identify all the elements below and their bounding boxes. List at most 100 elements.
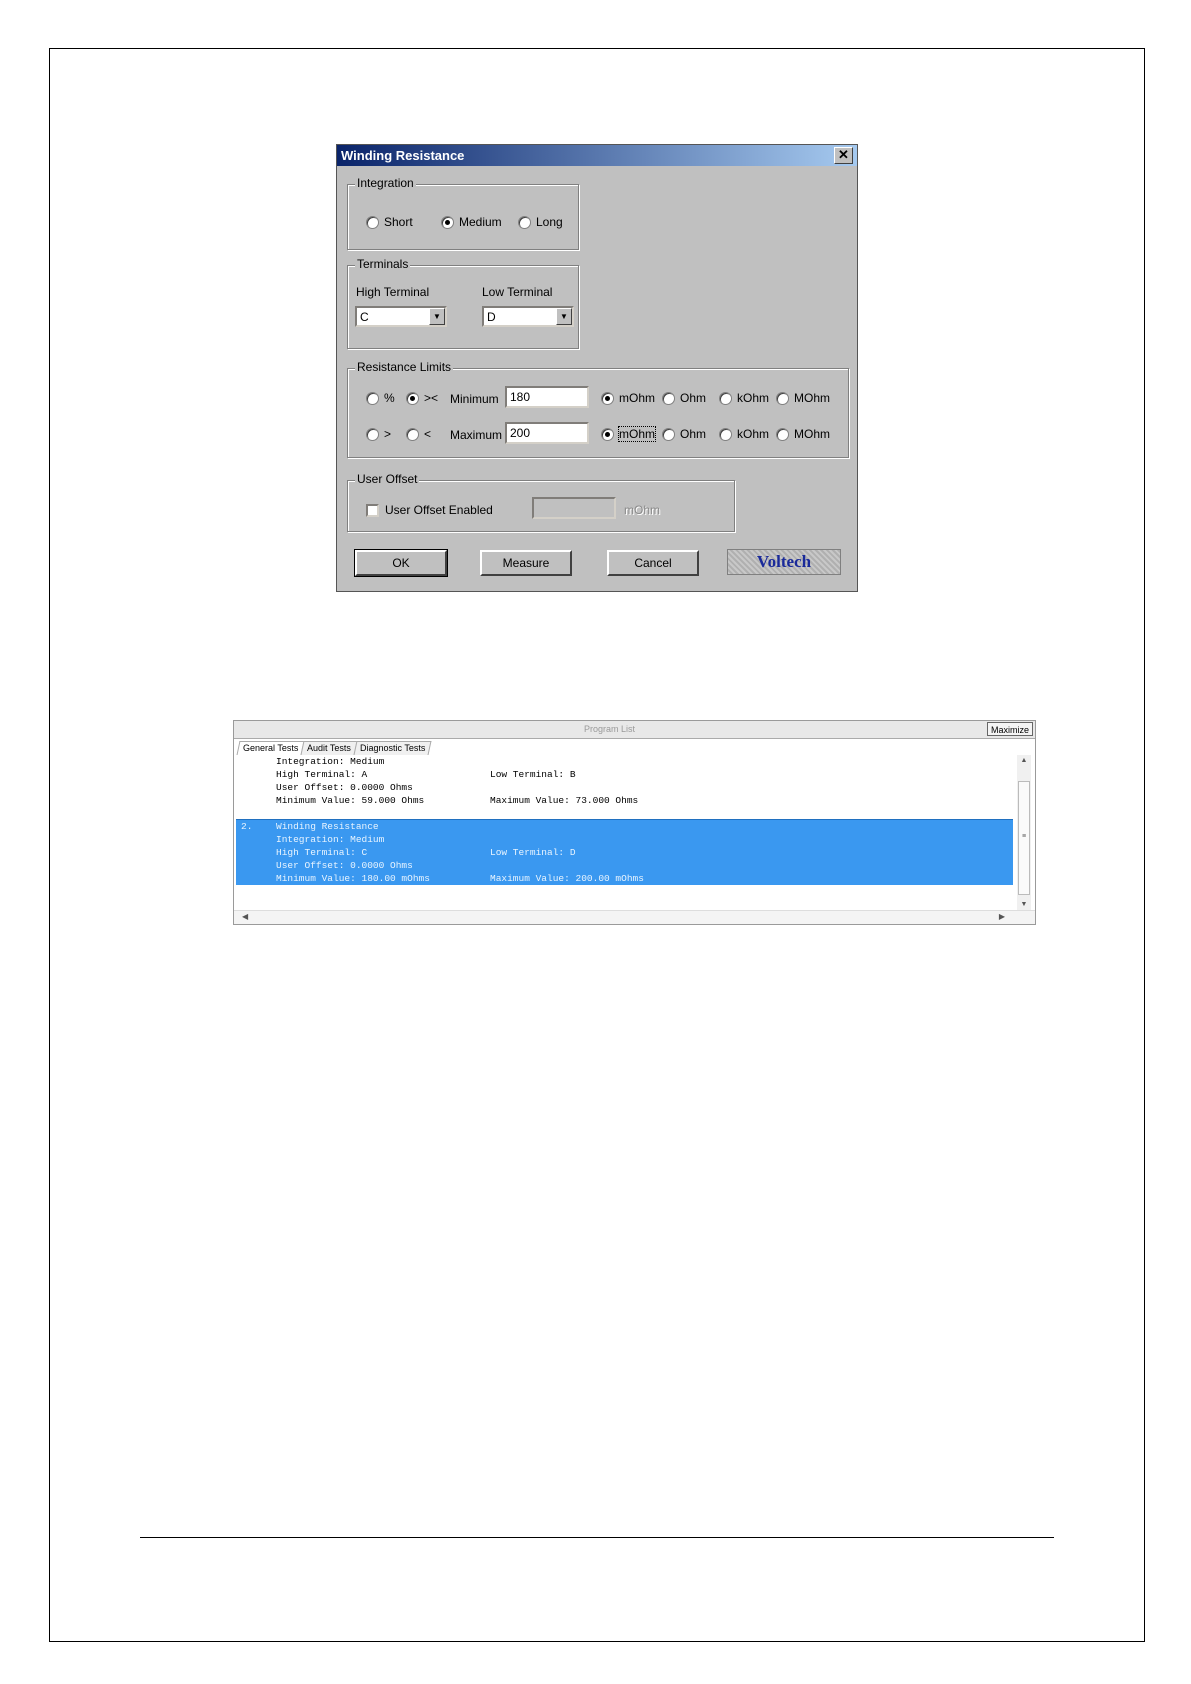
radio-label: Medium xyxy=(459,215,502,229)
max-unit-ohm-radio[interactable]: Ohm xyxy=(662,427,706,441)
entry-line: User Offset: 0.0000 Ohms xyxy=(276,782,413,793)
low-terminal-select[interactable]: D ▼ xyxy=(482,306,574,327)
cancel-button[interactable]: Cancel xyxy=(607,550,699,576)
limit-mode-percent-radio[interactable]: % xyxy=(366,391,395,405)
min-unit-kohm-radio[interactable]: kOhm xyxy=(719,391,769,405)
tab-label: Audit Tests xyxy=(307,743,352,753)
footer-divider xyxy=(140,1537,1054,1538)
scroll-up-icon[interactable]: ▲ xyxy=(1017,757,1031,764)
high-terminal-select[interactable]: C ▼ xyxy=(355,306,447,327)
scroll-down-icon[interactable]: ▼ xyxy=(1017,901,1031,908)
radio-label: % xyxy=(384,391,395,405)
radio-off-icon xyxy=(662,391,675,405)
user-offset-input[interactable] xyxy=(532,497,616,519)
minimum-input[interactable] xyxy=(505,386,589,408)
minimum-label: Minimum xyxy=(450,392,499,406)
radio-label: Ohm xyxy=(680,391,707,405)
entry-line: Minimum Value: 59.000 Ohms xyxy=(276,795,425,806)
program-list-tabs: General Tests Audit Tests Diagnostic Tes… xyxy=(236,741,433,755)
radio-label: kOhm xyxy=(737,427,770,441)
vertical-scrollbar[interactable]: ▲ ≡ ▼ xyxy=(1017,755,1031,910)
radio-label: MOhm xyxy=(794,427,830,441)
min-unit-ohm-radio[interactable]: Ohm xyxy=(662,391,706,405)
radio-off-icon xyxy=(776,391,789,405)
integration-group: Integration Short Medium Long xyxy=(347,176,579,250)
winding-resistance-dialog: Winding Resistance ✕ Integration Short M… xyxy=(336,144,858,592)
terminals-group: Terminals High Terminal Low Terminal C ▼… xyxy=(347,257,579,349)
limit-mode-greater-radio[interactable]: > xyxy=(366,427,391,441)
radio-off-icon xyxy=(406,427,419,441)
radio-off-icon xyxy=(719,427,732,441)
entry-line: High Terminal: C xyxy=(276,847,368,858)
radio-on-icon xyxy=(601,391,614,405)
program-list-title: Program List xyxy=(583,724,636,734)
maximum-input[interactable] xyxy=(505,422,589,444)
limit-mode-between-radio[interactable]: >< xyxy=(406,391,438,405)
radio-on-icon xyxy=(601,427,614,441)
radio-off-icon xyxy=(366,427,379,441)
ok-button[interactable]: OK xyxy=(354,549,448,577)
user-offset-group-label: User Offset xyxy=(355,472,420,486)
entry-line: Winding Resistance xyxy=(276,821,379,832)
max-unit-mohm-radio[interactable]: mOhm xyxy=(601,426,656,442)
entry-line: Integration: Medium xyxy=(276,756,385,767)
chevron-down-icon[interactable]: ▼ xyxy=(556,308,572,325)
entry-line: Minimum Value: 180.00 mOhms xyxy=(276,873,430,884)
scroll-right-icon[interactable]: ▶ xyxy=(999,912,1005,921)
limit-mode-less-radio[interactable]: < xyxy=(406,427,431,441)
high-terminal-label: High Terminal xyxy=(356,285,430,299)
tab-audit-tests[interactable]: Audit Tests xyxy=(300,741,358,755)
list-item-selected[interactable]: 2. Winding Resistance Integration: Mediu… xyxy=(236,819,1013,885)
integration-long-radio[interactable]: Long xyxy=(518,215,563,229)
radio-label: MOhm xyxy=(794,391,830,405)
radio-off-icon xyxy=(776,427,789,441)
close-button[interactable]: ✕ xyxy=(834,147,853,164)
program-list-body: Integration: Medium High Terminal: A Low … xyxy=(236,755,1013,910)
dialog-title: Winding Resistance xyxy=(341,148,465,163)
radio-label: >< xyxy=(424,391,439,405)
integration-medium-radio[interactable]: Medium xyxy=(441,215,502,229)
low-terminal-label: Low Terminal xyxy=(482,285,553,299)
entry-line: Low Terminal: B xyxy=(490,769,576,780)
radio-on-icon xyxy=(441,215,454,229)
tab-label: Diagnostic Tests xyxy=(360,743,426,753)
maximize-button[interactable]: Maximize xyxy=(987,722,1033,736)
resistance-limits-group: Resistance Limits % >< Minimum mOhm Ohm … xyxy=(347,360,849,458)
radio-off-icon xyxy=(366,391,379,405)
low-terminal-value: D xyxy=(487,310,496,324)
radio-off-icon xyxy=(662,427,675,441)
radio-off-icon xyxy=(518,215,531,229)
dialog-titlebar[interactable]: Winding Resistance ✕ xyxy=(337,145,857,166)
scroll-left-icon[interactable]: ◀ xyxy=(242,912,248,921)
radio-label: kOhm xyxy=(737,391,770,405)
max-unit-megohm-radio[interactable]: MOhm xyxy=(776,427,830,441)
radio-label: > xyxy=(384,427,392,441)
tab-general-tests[interactable]: General Tests xyxy=(236,741,305,755)
high-terminal-value: C xyxy=(360,310,369,324)
max-unit-kohm-radio[interactable]: kOhm xyxy=(719,427,769,441)
horizontal-scrollbar[interactable]: ◀ ▶ xyxy=(234,910,1035,924)
radio-label: Ohm xyxy=(680,427,707,441)
tab-label: General Tests xyxy=(243,743,299,753)
user-offset-unit: mOhm xyxy=(624,503,660,517)
list-item[interactable]: Integration: Medium High Terminal: A Low … xyxy=(236,755,1013,807)
integration-short-radio[interactable]: Short xyxy=(366,215,413,229)
min-unit-mohm-radio[interactable]: mOhm xyxy=(601,391,655,405)
entry-line: Integration: Medium xyxy=(276,834,385,845)
chevron-down-icon[interactable]: ▼ xyxy=(429,308,445,325)
radio-off-icon xyxy=(366,215,379,229)
voltech-logo: Voltech xyxy=(727,549,841,575)
program-list-panel: Program List Maximize General Tests Audi… xyxy=(233,720,1036,925)
measure-button[interactable]: Measure xyxy=(480,550,572,576)
user-offset-checkbox-label: User Offset Enabled xyxy=(385,503,493,517)
maximum-label: Maximum xyxy=(450,428,503,442)
resistance-limits-group-label: Resistance Limits xyxy=(355,360,454,374)
tab-diagnostic-tests[interactable]: Diagnostic Tests xyxy=(353,741,433,755)
close-icon: ✕ xyxy=(838,147,849,162)
integration-group-label: Integration xyxy=(355,176,416,190)
entry-line: Maximum Value: 200.00 mOhms xyxy=(490,873,644,884)
user-offset-checkbox[interactable] xyxy=(366,504,379,517)
radio-label: Short xyxy=(384,215,413,229)
min-unit-megohm-radio[interactable]: MOhm xyxy=(776,391,830,405)
radio-label: mOhm xyxy=(619,391,655,405)
